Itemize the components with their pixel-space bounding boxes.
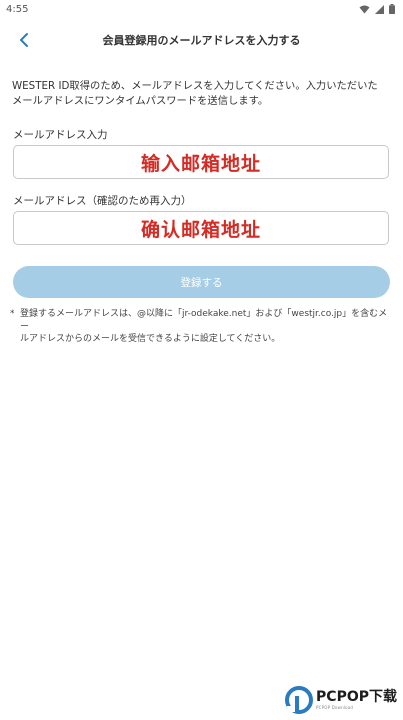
note-bullet: * — [10, 309, 15, 319]
intro-text: WESTER ID取得のため、メールアドレスを入力してください。入力いただいた … — [12, 80, 378, 107]
email-confirm-field-label: メールアドレス（確認のため再入力） — [13, 195, 192, 207]
note: * 登録するメールアドレスは、@以降に「jr-odekake.net」および「w… — [10, 308, 392, 346]
email-confirm-field-value: 确认邮箱地址 — [140, 218, 261, 241]
watermark-sub: PCPOP Download — [316, 705, 354, 710]
battery-icon — [389, 4, 395, 14]
email-confirm-field[interactable]: 确认邮箱地址 — [13, 211, 389, 245]
status-icons — [359, 4, 395, 14]
note-text: 登録するメールアドレスは、@以降に「jr-odekake.net」および「wes… — [20, 309, 388, 344]
watermark-text-block: PCPOP下载 PCPOP Download — [316, 689, 397, 711]
signal-icon — [375, 4, 384, 14]
pcpop-logo-icon — [285, 686, 314, 714]
wifi-icon — [359, 5, 370, 13]
email-field-label: メールアドレス入力 — [13, 129, 108, 141]
email-field[interactable]: 输入邮箱地址 — [13, 145, 389, 179]
status-time: 4:55 — [6, 3, 29, 15]
nav-bar: 会員登録用のメールアドレスを入力する — [0, 22, 403, 58]
register-button[interactable]: 登録する — [13, 266, 390, 298]
status-bar: 4:55 — [0, 0, 403, 18]
watermark: PCPOP下载 PCPOP Download — [285, 686, 397, 714]
back-button[interactable] — [12, 28, 36, 52]
email-field-value: 输入邮箱地址 — [140, 152, 261, 175]
page-title: 会員登録用のメールアドレスを入力する — [102, 34, 301, 47]
chevron-left-icon — [20, 33, 28, 47]
watermark-text: PCPOP下载 — [316, 689, 397, 705]
